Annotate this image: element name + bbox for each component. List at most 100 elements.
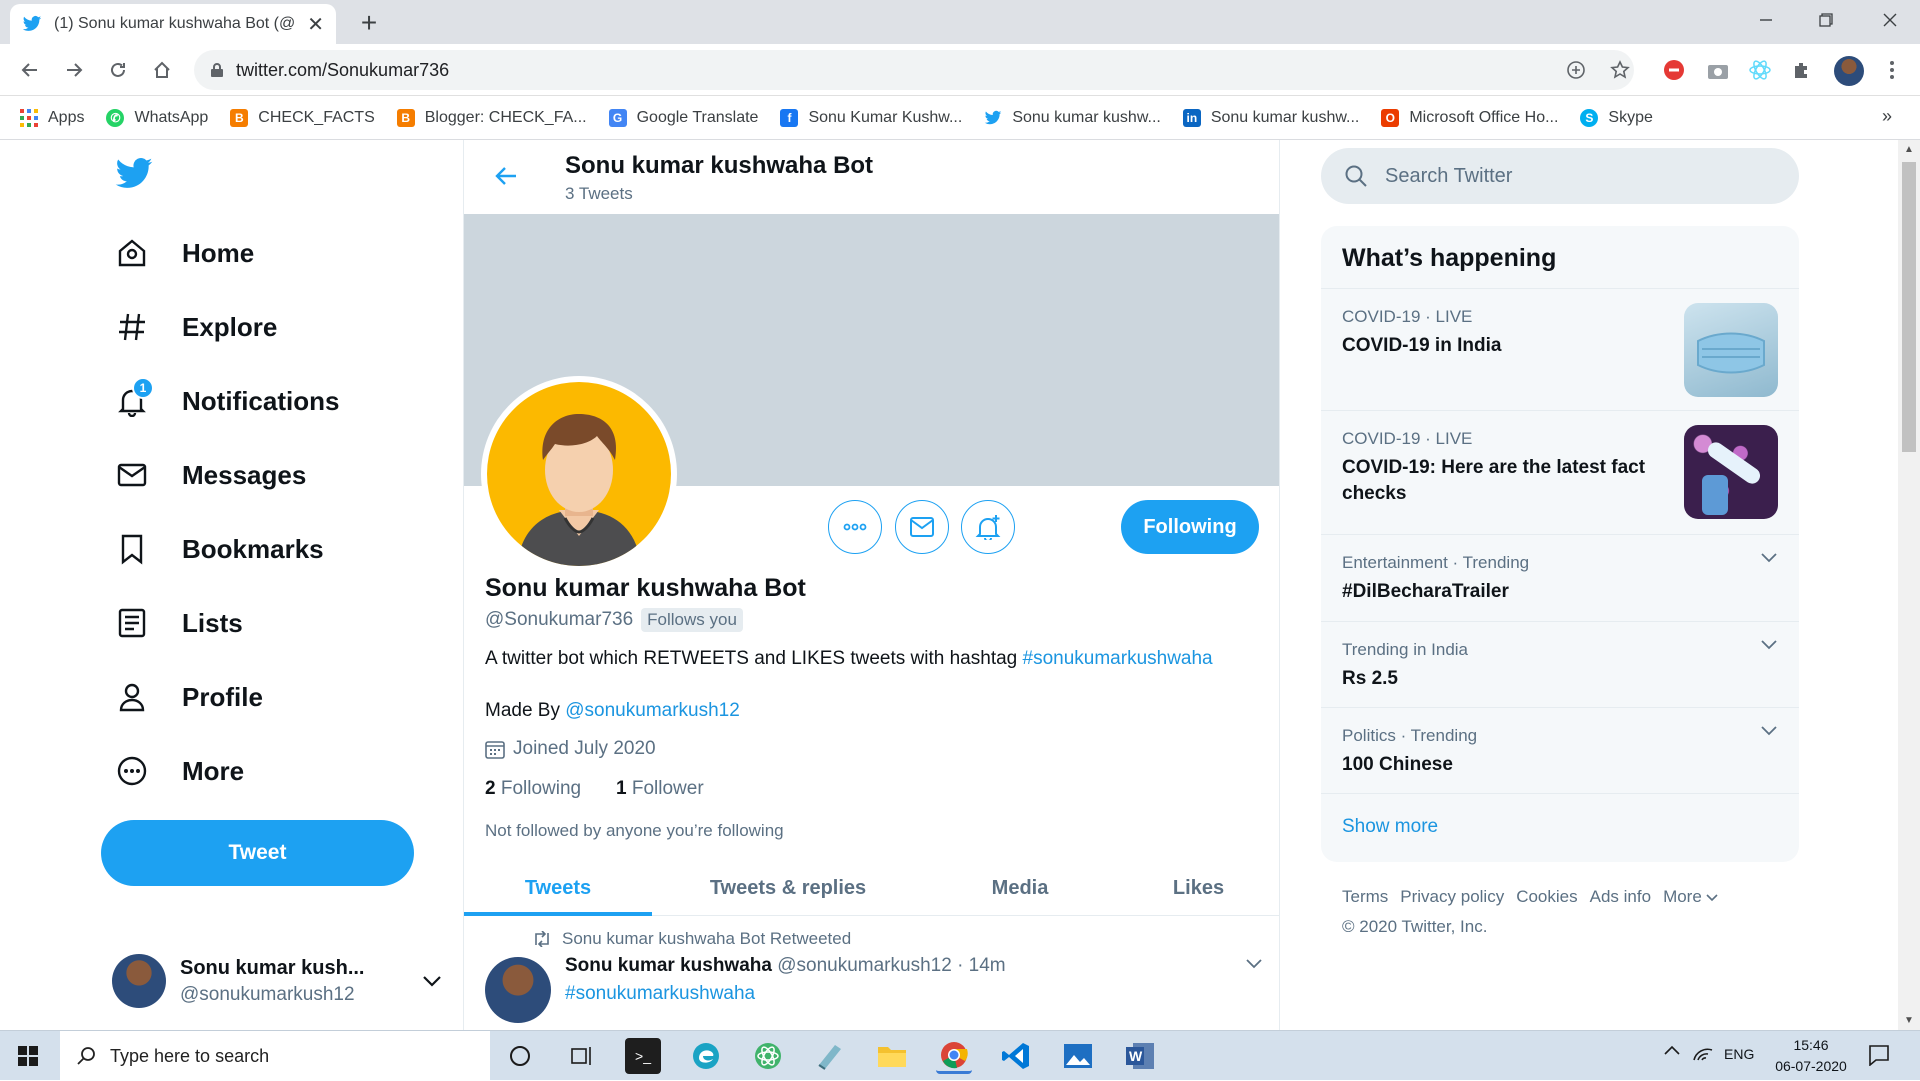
extension-red-icon[interactable]	[1660, 56, 1688, 84]
forward-arrow-icon[interactable]	[60, 56, 88, 84]
account-switcher[interactable]: Sonu kumar kush... @sonukumarkush12	[112, 946, 442, 1016]
chevron-down-icon[interactable]	[1761, 726, 1777, 736]
reload-icon[interactable]	[104, 56, 132, 84]
bookmark-check-facts[interactable]: B CHECK_FACTS	[230, 108, 375, 127]
followers-stat[interactable]: 1 Follower	[616, 778, 704, 800]
action-center-icon[interactable]	[1868, 1044, 1890, 1066]
trend-item[interactable]: COVID-19 · LIVE COVID-19 in India	[1321, 288, 1799, 410]
language-indicator[interactable]: ENG	[1724, 1046, 1754, 1062]
bookmark-skype[interactable]: S Skype	[1580, 108, 1653, 127]
profile-avatar[interactable]	[481, 376, 677, 572]
nav-messages[interactable]: Messages	[112, 447, 306, 503]
trend-item[interactable]: Politics · Trending 100 Chinese	[1321, 707, 1799, 793]
following-stat[interactable]: 2 Following	[485, 778, 581, 800]
restore-button[interactable]	[1796, 0, 1856, 40]
footer-ads-info[interactable]: Ads info	[1590, 887, 1651, 906]
bookmark-whatsapp[interactable]: ✆ WhatsApp	[106, 108, 208, 127]
edge-icon[interactable]	[688, 1038, 724, 1074]
tweet-button[interactable]: Tweet	[101, 820, 414, 886]
notes-icon[interactable]	[812, 1038, 848, 1074]
show-more-link[interactable]: Show more	[1321, 793, 1799, 862]
more-options-button[interactable]	[828, 500, 882, 554]
footer-terms[interactable]: Terms	[1342, 887, 1388, 906]
bookmark-apps[interactable]: Apps	[20, 108, 85, 127]
scroll-down-icon[interactable]: ▼	[1904, 1015, 1914, 1026]
nav-more[interactable]: More	[112, 743, 244, 799]
twitter-logo-icon[interactable]	[114, 154, 154, 194]
trend-item[interactable]: COVID-19 · LIVE COVID-19: Here are the l…	[1321, 410, 1799, 534]
nav-bookmarks[interactable]: Bookmarks	[112, 521, 324, 577]
clock[interactable]: 15:46 06-07-2020	[1768, 1035, 1854, 1077]
star-icon[interactable]	[1606, 56, 1634, 84]
chrome-icon[interactable]	[936, 1038, 972, 1074]
add-icon[interactable]	[1562, 56, 1590, 84]
tab-tweets[interactable]: Tweets	[464, 860, 652, 916]
back-arrow-icon[interactable]	[494, 164, 518, 188]
bookmark-office[interactable]: O Microsoft Office Ho...	[1381, 108, 1558, 127]
bookmark-twitter[interactable]: Sonu kumar kushw...	[984, 109, 1161, 127]
bookmarks-overflow-icon[interactable]: »	[1882, 106, 1892, 127]
bookmark-google-translate[interactable]: G Google Translate	[608, 108, 758, 127]
url-bar[interactable]: twitter.com/Sonukumar736	[194, 50, 1634, 90]
tab-tweets-replies[interactable]: Tweets & replies	[652, 860, 924, 916]
nav-home[interactable]: Home	[112, 225, 254, 281]
profile-avatar-icon[interactable]	[1834, 56, 1864, 86]
trend-item[interactable]: Trending in India Rs 2.5	[1321, 621, 1799, 707]
photos-icon[interactable]	[1060, 1038, 1096, 1074]
trend-item[interactable]: Entertainment · Trending #DilBecharaTrai…	[1321, 534, 1799, 621]
file-explorer-icon[interactable]	[874, 1038, 910, 1074]
made-by-link[interactable]: @sonukumarkush12	[565, 700, 740, 721]
footer-more[interactable]: More	[1663, 887, 1702, 906]
home-browser-icon[interactable]	[148, 56, 176, 84]
tweet-time[interactable]: 14m	[969, 955, 1006, 976]
kebab-menu-icon[interactable]	[1878, 56, 1906, 84]
chevron-down-icon[interactable]	[1761, 553, 1777, 563]
chevron-down-icon[interactable]	[1246, 959, 1262, 969]
nav-lists[interactable]: Lists	[112, 595, 243, 651]
wifi-icon[interactable]	[1692, 1044, 1714, 1062]
back-arrow-icon[interactable]	[16, 56, 44, 84]
word-icon[interactable]: W	[1122, 1038, 1158, 1074]
bookmark-facebook[interactable]: f Sonu Kumar Kushw...	[780, 108, 962, 127]
cortana-icon[interactable]	[502, 1038, 538, 1074]
close-tab-icon[interactable]: ✕	[307, 12, 324, 37]
search-input[interactable]: Search Twitter	[1321, 148, 1799, 204]
nav-explore[interactable]: Explore	[112, 299, 277, 355]
vscode-icon[interactable]	[998, 1038, 1034, 1074]
terminal-icon[interactable]: >_	[625, 1038, 661, 1074]
tab-likes[interactable]: Likes	[1116, 860, 1279, 916]
close-window-button[interactable]	[1860, 0, 1920, 40]
bookmark-blogger[interactable]: B Blogger: CHECK_FA...	[396, 108, 587, 127]
scroll-up-icon[interactable]: ▲	[1904, 144, 1914, 155]
chevron-up-icon[interactable]	[1664, 1045, 1680, 1055]
page-scrollbar[interactable]: ▲ ▼	[1898, 140, 1920, 1030]
react-devtools-icon[interactable]	[1746, 56, 1774, 84]
following-button[interactable]: Following	[1121, 500, 1259, 554]
bookmark-label: Apps	[48, 108, 85, 126]
minimize-button[interactable]	[1736, 0, 1796, 40]
camera-icon[interactable]	[1704, 56, 1732, 84]
new-tab-button[interactable]: +	[354, 7, 384, 38]
browser-tab[interactable]: (1) Sonu kumar kushwaha Bot (@ ✕	[10, 4, 336, 44]
footer-cookies[interactable]: Cookies	[1516, 887, 1577, 906]
tweet-item[interactable]: Sonu kumar kushwaha Bot Retweeted Sonu k…	[464, 917, 1279, 1030]
more-dots-icon	[843, 523, 867, 531]
notify-button[interactable]	[961, 500, 1015, 554]
chevron-down-icon[interactable]	[1761, 640, 1777, 650]
footer-privacy[interactable]: Privacy policy	[1400, 887, 1504, 906]
nav-profile[interactable]: Profile	[112, 669, 263, 725]
tweet-text[interactable]: #sonukumarkushwaha	[565, 983, 755, 1005]
windows-start-icon[interactable]	[18, 1046, 38, 1066]
bookmark-linkedin[interactable]: in Sonu kumar kushw...	[1182, 108, 1359, 127]
tweet-author[interactable]: Sonu kumar kushwaha	[565, 955, 772, 976]
tab-media[interactable]: Media	[924, 860, 1116, 916]
message-button[interactable]	[895, 500, 949, 554]
task-view-icon[interactable]	[564, 1038, 600, 1074]
puzzle-extensions-icon[interactable]	[1788, 56, 1816, 84]
taskbar-search-input[interactable]: Type here to search	[60, 1031, 490, 1081]
bio-hashtag-link[interactable]: #sonukumarkushwaha	[1023, 648, 1213, 669]
nav-notifications[interactable]: 1 Notifications	[112, 373, 339, 429]
tweet-author-avatar[interactable]	[485, 957, 551, 1023]
scrollbar-thumb[interactable]	[1902, 162, 1916, 452]
atom-icon[interactable]	[750, 1038, 786, 1074]
